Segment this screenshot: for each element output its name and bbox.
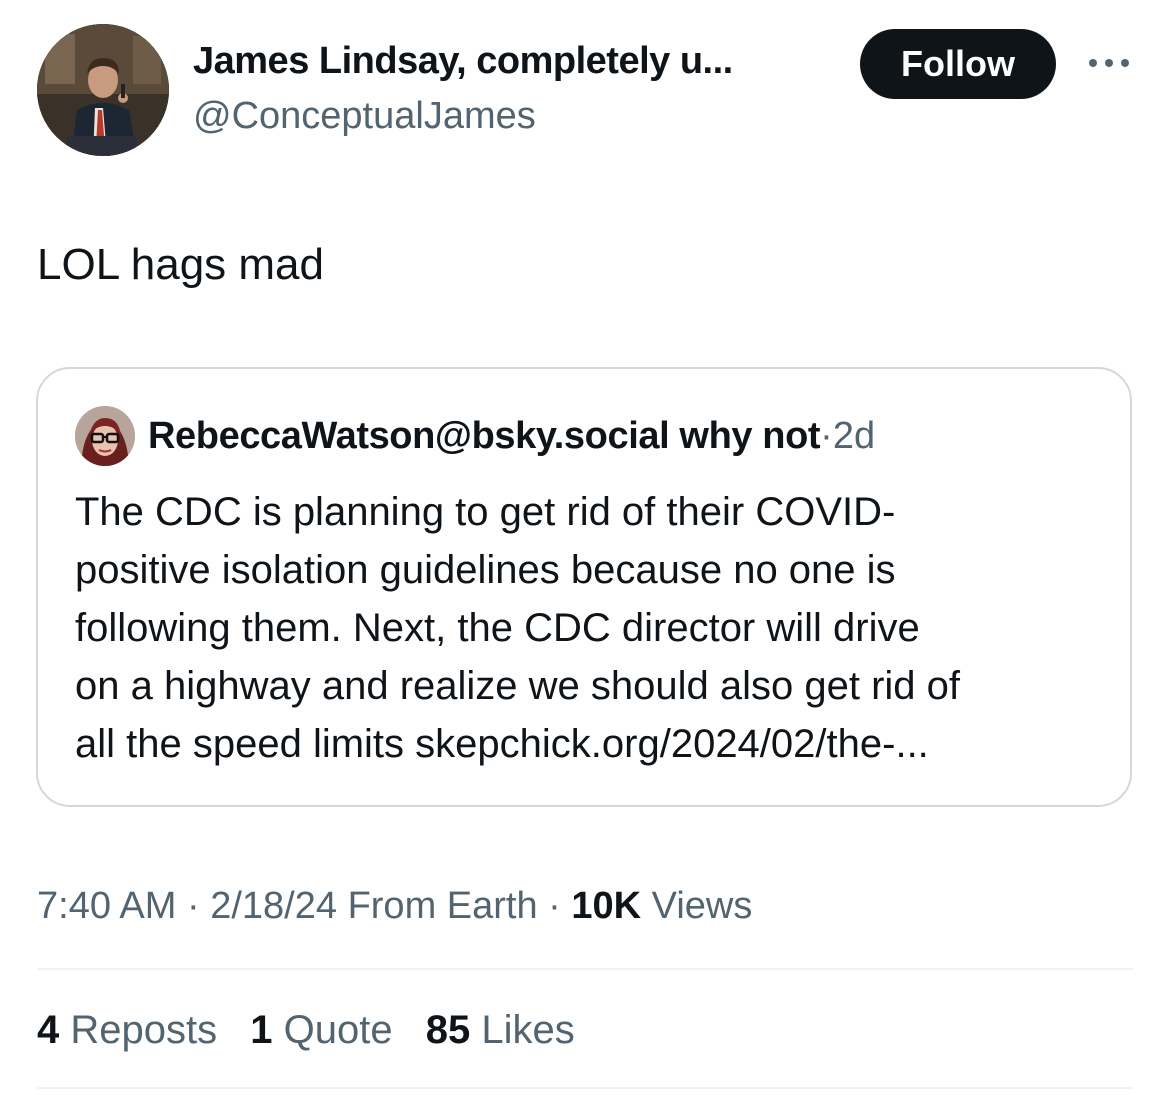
- quoted-body-line: on a highway and realize we should also …: [75, 664, 960, 708]
- likes-label: Likes: [481, 1008, 575, 1052]
- profile-photo-icon: [75, 406, 135, 466]
- quoted-author-avatar[interactable]: [75, 406, 135, 466]
- quoted-separator: ·: [820, 415, 833, 457]
- quotes-stat[interactable]: 1 Quote: [250, 1008, 392, 1052]
- likes-stat[interactable]: 85 Likes: [426, 1008, 575, 1052]
- quoted-tweet-body: The CDC is planning to get rid of their …: [75, 483, 1105, 773]
- author-display-name[interactable]: James Lindsay, completely u...: [193, 40, 733, 83]
- follow-button[interactable]: Follow: [860, 29, 1056, 99]
- meta-separator: ·: [548, 885, 561, 927]
- reposts-label: Reposts: [70, 1008, 218, 1052]
- tweet-time[interactable]: 7:40 AM: [37, 885, 176, 927]
- tweet-text: LOL hags mad: [37, 240, 324, 289]
- views-label: Views: [651, 885, 753, 927]
- quoted-tweet-header: RebeccaWatson@bsky.social why not·2d: [148, 412, 875, 460]
- quoted-body-line: positive isolation guidelines because no…: [75, 548, 896, 592]
- quoted-body-line: The CDC is planning to get rid of their …: [75, 490, 896, 534]
- quotes-count: 1: [250, 1008, 273, 1052]
- quoted-timestamp[interactable]: 2d: [833, 415, 875, 457]
- views-count: 10K: [571, 885, 642, 927]
- reposts-stat[interactable]: 4 Reposts: [37, 1008, 217, 1052]
- more-horizontal-icon[interactable]: [1086, 50, 1132, 76]
- quoted-body-line: all the speed limits skepchick.org/2024/…: [75, 722, 929, 766]
- tweet-source: From Earth: [347, 885, 538, 927]
- quotes-label: Quote: [283, 1008, 393, 1052]
- meta-separator: ·: [186, 885, 200, 927]
- engagement-stats: 4 Reposts 1 Quote 85 Likes: [37, 1003, 597, 1057]
- divider: [37, 968, 1133, 970]
- profile-photo-icon: [37, 24, 169, 156]
- reposts-count: 4: [37, 1008, 60, 1052]
- author-avatar[interactable]: [37, 24, 169, 156]
- author-handle[interactable]: @ConceptualJames: [193, 95, 536, 138]
- likes-count: 85: [425, 1008, 471, 1052]
- tweet-meta: 7:40 AM · 2/18/24 From Earth · 10K Views: [37, 880, 752, 932]
- tweet-date[interactable]: 2/18/24: [210, 885, 337, 927]
- divider: [37, 1087, 1133, 1089]
- quoted-body-line: following them. Next, the CDC director w…: [75, 606, 920, 650]
- quoted-author-name[interactable]: RebeccaWatson@bsky.social why not: [148, 415, 821, 457]
